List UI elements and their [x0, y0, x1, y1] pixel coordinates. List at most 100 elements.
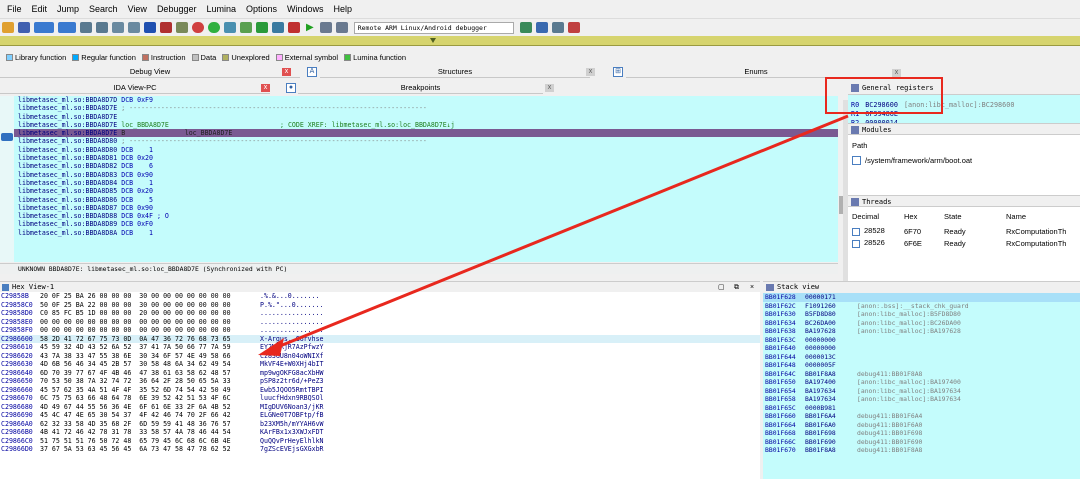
stack-row[interactable]: BB01F638 BA197628 [anon:libc_malloc]:BA197… [763, 327, 1080, 336]
hex-row[interactable]: C2986660 45 57 62 35 4A 51 4F 4F 35 52 6D… [0, 386, 760, 395]
back-icon[interactable] [34, 22, 54, 33]
tab-structures[interactable]: Structures [320, 66, 590, 78]
menu-item-help[interactable]: Help [334, 4, 353, 14]
menu-item-search[interactable]: Search [89, 4, 118, 14]
disasm-line[interactable]: libmetasec_ml.so:BBDA8D86 DCB 5 [0, 196, 838, 204]
navigation-band[interactable] [0, 36, 1080, 46]
hex-row[interactable]: C2986640 6D 70 39 77 67 4F 4B 46 47 38 61… [0, 369, 760, 378]
forward-icon[interactable] [58, 22, 76, 33]
toolbar-icon[interactable] [144, 22, 156, 33]
table-row[interactable]: 28528 6F70 Ready RxComputationTh [852, 225, 1076, 237]
tab-modules[interactable]: Modules [848, 123, 1080, 135]
toolbar-icon[interactable] [272, 22, 284, 33]
toolbar-icon[interactable] [224, 22, 236, 33]
tab-ida-view[interactable]: IDA View-PC [0, 82, 270, 94]
toolbar-icon[interactable] [80, 22, 92, 33]
disasm-line[interactable]: libmetasec_ml.so:BBDA8D84 DCB 1 [0, 179, 838, 187]
close-icon[interactable]: x [282, 68, 291, 76]
menu-item-jump[interactable]: Jump [57, 4, 79, 14]
disasm-line[interactable]: libmetasec_ml.so:BBDA8D7D DCB 0xF9 [0, 96, 838, 104]
hex-row[interactable]: C2986610 45 59 32 4D 43 52 6A 52 37 41 7A… [0, 343, 760, 352]
stack-row[interactable]: BB01F63C 00000000 [763, 336, 1080, 345]
toolbar-icon[interactable] [176, 22, 188, 33]
play-icon[interactable]: ▶ [306, 22, 314, 33]
open-icon[interactable] [2, 22, 14, 33]
register-row[interactable]: R1 6F99486E [848, 110, 1080, 119]
hex-row[interactable]: C2986650 70 53 50 38 7A 32 74 72 36 64 2F… [0, 377, 760, 386]
disasm-line[interactable]: libmetasec_ml.so:BBDA8D80 ; ------------… [0, 137, 838, 145]
disasm-line[interactable]: libmetasec_ml.so:BBDA8D85 DCB 0x20 [0, 187, 838, 195]
disasm-line[interactable]: libmetasec_ml.so:BBDA8D88 DCB 0x4F ; O [0, 212, 838, 220]
stack-row[interactable]: BB01F648 0000005F [763, 361, 1080, 370]
stack-view[interactable]: BB01F628 00000171 BB01F62C F1091260 [anon:.b… [763, 293, 1080, 479]
hex-row[interactable]: C2986680 4D 49 67 44 55 56 36 4E 6F 61 6E… [0, 403, 760, 412]
hex-row[interactable]: C29858C0 50 0F 25 BA 22 00 00 00 30 00 00… [0, 301, 760, 310]
menu-item-options[interactable]: Options [246, 4, 277, 14]
menu-item-view[interactable]: View [128, 4, 147, 14]
tab-debug-view[interactable]: Debug View [0, 66, 300, 78]
disasm-line[interactable]: libmetasec_ml.so:BBDA8D80 DCB 1 [0, 146, 838, 154]
stack-row[interactable]: BB01F660 BB01F6A4 debug411:BB01F6A4 [763, 412, 1080, 421]
toolbar-icon[interactable] [96, 22, 108, 33]
stack-row[interactable]: BB01F670 BB01F8A8 debug411:BB01F8A8 [763, 446, 1080, 455]
tab-enums[interactable]: Enums [626, 66, 886, 78]
ida-view[interactable]: libmetasec_ml.so:BBDA8D7D DCB 0xF9 libmet… [0, 96, 838, 262]
toolbar-icon[interactable] [112, 22, 124, 33]
toolbar-icon[interactable] [519, 22, 532, 33]
disasm-line[interactable]: libmetasec_ml.so:BBDA8D87 DCB 0x90 [0, 204, 838, 212]
disasm-line[interactable]: libmetasec_ml.so:BBDA8D7E ; ------------… [0, 104, 838, 112]
tab-stack-view[interactable]: Stack view [763, 281, 1080, 292]
stack-row[interactable]: BB01F66C BB01F690 debug411:BB01F690 [763, 438, 1080, 447]
hex-row[interactable]: C2986620 43 7A 38 33 47 55 38 6E 30 34 6F… [0, 352, 760, 361]
stack-row[interactable]: BB01F654 BA197634 [anon:libc_malloc]:BA197… [763, 387, 1080, 396]
stack-row[interactable]: BB01F65C 0000B981 [763, 404, 1080, 413]
hex-row[interactable]: C29866A0 62 32 33 58 4D 35 68 2F 6D 59 59… [0, 420, 760, 429]
register-row[interactable]: R0 BC298600 [anon:libc_malloc]:BC298600 [848, 101, 1080, 110]
debugger-select[interactable]: Remote ARM Linux/Android debugger [353, 21, 514, 34]
menu-item-edit[interactable]: Edit [32, 4, 48, 14]
toolbar-icon[interactable] [160, 22, 172, 33]
hex-row[interactable]: C29866C0 51 75 51 51 76 50 72 48 65 79 45… [0, 437, 760, 446]
lumina-icon[interactable] [192, 22, 204, 33]
close-icon[interactable]: x [586, 68, 595, 76]
stack-row[interactable]: BB01F658 BA197634 [anon:libc_malloc]:BA197… [763, 395, 1080, 404]
pause-icon[interactable] [319, 22, 332, 33]
close-icon[interactable] [288, 22, 300, 33]
toolbar-icon[interactable] [551, 22, 564, 33]
menu-item-file[interactable]: File [7, 4, 22, 14]
disasm-line[interactable]: libmetasec_ml.so:BBDA8D7E loc_BBDA8D7E ;… [0, 121, 838, 129]
hex-row[interactable]: C29866D0 37 67 5A 53 63 45 56 45 6A 73 47… [0, 445, 760, 454]
stack-row[interactable]: BB01F634 BC26DA00 [anon:libc_malloc]:BC26D… [763, 319, 1080, 328]
table-row[interactable]: 28526 6F6E Ready RxComputationTh [852, 237, 1076, 249]
stop-icon[interactable] [335, 22, 348, 33]
stack-row[interactable]: BB01F668 BB01F698 debug411:BB01F698 [763, 429, 1080, 438]
hex-row[interactable]: C2986690 45 4C 47 4E 65 30 54 37 4F 42 46… [0, 411, 760, 420]
tab-threads[interactable]: Threads [848, 195, 1080, 207]
menu-item-lumina[interactable]: Lumina [206, 4, 236, 14]
hex-row[interactable]: C29858B 20 0F 25 BA 26 00 00 00 30 00 00 … [0, 292, 760, 301]
hex-row[interactable]: C2986670 6C 75 75 63 66 48 64 78 6E 39 52… [0, 394, 760, 403]
toolbar-icon[interactable] [128, 22, 140, 33]
stack-row[interactable]: BB01F664 BB01F6A0 debug411:BB01F6A0 [763, 421, 1080, 430]
disasm-line[interactable]: libmetasec_ml.so:BBDA8D8A DCB 1 [0, 229, 838, 237]
toolbar-icon[interactable] [567, 22, 580, 33]
tab-general-registers[interactable]: General registers [848, 81, 1080, 95]
stack-row[interactable]: BB01F628 00000171 [763, 293, 1080, 302]
disasm-line[interactable]: libmetasec_ml.so:BBDA8D89 DCB 0xF0 [0, 220, 838, 228]
tab-hex-view[interactable]: Hex View-1 ▢ ⧉ × [0, 281, 760, 292]
menu-item-windows[interactable]: Windows [287, 4, 324, 14]
close-icon[interactable]: x [261, 84, 270, 92]
stack-row[interactable]: BB01F650 BA197400 [anon:libc_malloc]:BA197… [763, 378, 1080, 387]
close-icon[interactable]: x [892, 69, 901, 77]
stack-row[interactable]: BB01F630 B5FD8D80 [anon:libc_malloc]:B5FD8… [763, 310, 1080, 319]
tab-breakpoints[interactable]: Breakpoints [298, 82, 543, 94]
hex-row[interactable]: C29858E0 00 00 00 00 00 00 00 00 00 00 00… [0, 318, 760, 327]
stack-row[interactable]: BB01F64C BB01F8A8 debug411:BB01F8A8 [763, 370, 1080, 379]
stack-row[interactable]: BB01F644 0000013C [763, 353, 1080, 362]
disasm-line[interactable]: libmetasec_ml.so:BBDA8D7E B loc_BBDA8D7E [0, 129, 838, 138]
toolbar-icon[interactable] [256, 22, 268, 33]
close-icon[interactable]: x [545, 84, 554, 92]
disasm-line[interactable]: libmetasec_ml.so:BBDA8D81 DCB 0x20 [0, 154, 838, 162]
stack-row[interactable]: BB01F62C F1091260 [anon:.bss]:__stack_chk_… [763, 302, 1080, 311]
hex-row[interactable]: C29858F0 00 00 00 00 00 00 00 00 00 00 00… [0, 326, 760, 335]
